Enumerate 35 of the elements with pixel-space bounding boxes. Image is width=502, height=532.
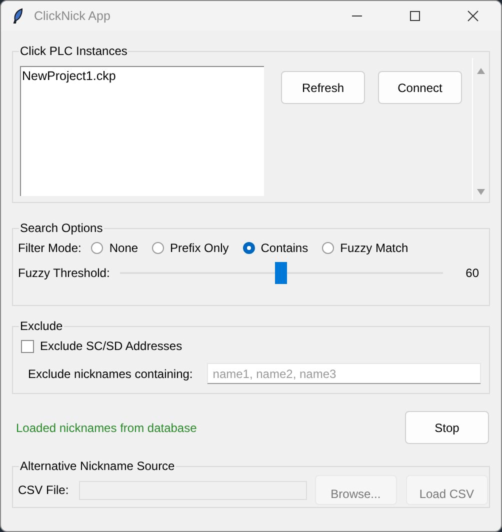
exclude-label: Exclude nicknames containing: — [28, 366, 193, 380]
scroll-down-icon[interactable] — [476, 189, 484, 195]
threshold-label: Fuzzy Threshold: — [18, 266, 110, 280]
feather-icon — [12, 8, 24, 24]
filter-mode-label: Filter Mode: — [18, 241, 82, 255]
radio-option[interactable]: Contains — [242, 241, 308, 255]
scrollbar[interactable] — [472, 58, 488, 200]
instance-list[interactable]: NewProject1.ckp — [20, 66, 264, 196]
radio-icon[interactable] — [242, 242, 255, 254]
csv-label: CSV File: — [18, 483, 69, 497]
stop-button[interactable]: Stop — [405, 411, 489, 444]
radio-label: None — [109, 241, 138, 255]
radio-label: Prefix Only — [170, 241, 229, 255]
checkbox[interactable] — [21, 340, 34, 352]
radio-icon[interactable] — [152, 242, 164, 254]
scroll-up-icon[interactable] — [476, 68, 484, 74]
radio-option[interactable]: Fuzzy Match — [322, 241, 408, 255]
threshold-value: 60 — [464, 266, 479, 280]
close-icon[interactable] — [467, 10, 479, 22]
group-title: Search Options — [19, 220, 104, 236]
status-message: Loaded nicknames from database — [16, 420, 197, 434]
slider-thumb[interactable] — [275, 262, 288, 284]
maximize-icon[interactable] — [409, 10, 421, 22]
radio-label: Fuzzy Match — [340, 241, 408, 255]
action-button[interactable]: Refresh — [281, 71, 365, 104]
input-field[interactable]: name1, name2, name3 — [206, 363, 481, 384]
radio-icon[interactable] — [91, 242, 104, 254]
action-button[interactable]: Connect — [378, 71, 462, 104]
radio-option[interactable]: None — [91, 241, 138, 255]
radio-icon[interactable] — [322, 242, 334, 254]
checkbox-label: Exclude SC/SD Addresses — [40, 339, 182, 353]
radio-option[interactable]: Prefix Only — [152, 241, 229, 255]
list-item[interactable]: NewProject1.ckp — [21, 67, 264, 85]
window-title: ClickNick App — [34, 9, 110, 23]
radio-label: Contains — [260, 241, 308, 255]
